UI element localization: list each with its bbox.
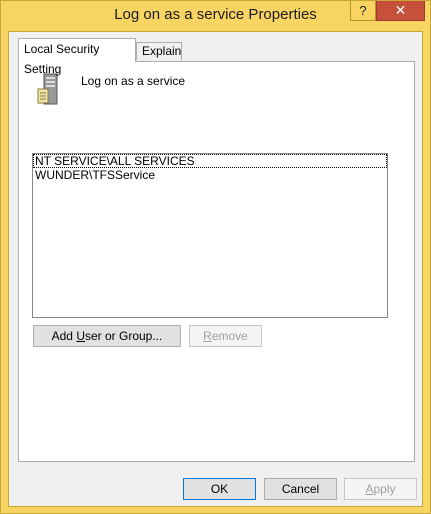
tab-explain[interactable]: Explain (136, 42, 182, 60)
remove-button-mnemonic: R (203, 329, 212, 343)
add-button-label-pre: Add (51, 329, 77, 343)
apply-button[interactable]: Apply (344, 478, 417, 500)
add-button-mnemonic: U (76, 329, 85, 343)
title-bar[interactable]: Log on as a service Properties ? ✕ (1, 1, 430, 31)
cancel-button[interactable]: Cancel (264, 478, 337, 500)
list-item[interactable]: NT SERVICE\ALL SERVICES (33, 154, 387, 168)
add-button-label-post: ser or Group... (84, 329, 163, 343)
ok-button[interactable]: OK (183, 478, 256, 500)
dialog-client-area: Local Security Setting Explain Log on as… (8, 31, 423, 507)
apply-button-label-post: pply (373, 482, 396, 496)
remove-button-label-post: emove (211, 329, 248, 343)
apply-button-mnemonic: A (365, 482, 374, 496)
help-button[interactable]: ? (350, 1, 376, 21)
policy-name: Log on as a service (81, 74, 186, 88)
remove-button[interactable]: Remove (189, 325, 262, 347)
list-item[interactable]: WUNDER\TFSService (33, 168, 387, 182)
tab-panel: Log on as a service NT SERVICE\ALL SERVI… (18, 61, 415, 462)
properties-dialog: Log on as a service Properties ? ✕ Local… (0, 0, 431, 514)
add-user-or-group-button[interactable]: Add User or Group... (33, 325, 181, 347)
tab-local-security-setting[interactable]: Local Security Setting (18, 38, 136, 76)
close-button[interactable]: ✕ (376, 1, 425, 21)
members-listbox[interactable]: NT SERVICE\ALL SERVICES WUNDER\TFSServic… (32, 153, 388, 318)
